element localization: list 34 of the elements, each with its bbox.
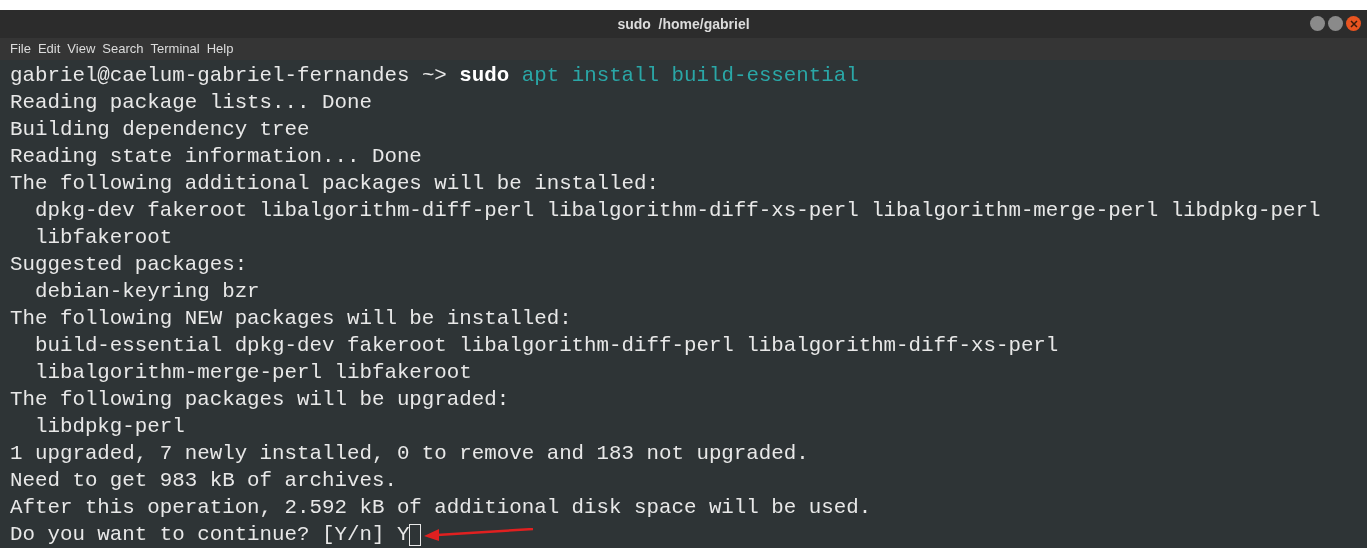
close-button[interactable] bbox=[1346, 16, 1361, 31]
minimize-button[interactable] bbox=[1310, 16, 1325, 31]
output-line: Need to get 983 kB of archives. bbox=[10, 468, 397, 494]
typed-text: Y bbox=[396, 522, 410, 548]
output-line: libalgorithm-merge-perl libfakeroot bbox=[33, 360, 472, 386]
output-line: build-essential dpkg-dev fakeroot libalgorithm-diff-perl libalgorithm-diff-xs-perl bbox=[33, 333, 1059, 359]
prompt-text: Do you want to continue? [Y/n] bbox=[10, 522, 385, 548]
output-line: 1 upgraded, 7 newly installed, 0 to remove and 183 not upgraded. bbox=[10, 441, 809, 467]
menu-item[interactable]: View bbox=[67, 39, 96, 59]
output-line: libfakeroot bbox=[33, 225, 173, 251]
menu-item[interactable]: Edit bbox=[37, 39, 61, 59]
output-line: The following NEW packages will be installed: bbox=[10, 306, 572, 332]
window-title: sudo /home/gabriel bbox=[617, 14, 750, 34]
output-line: After this operation, 2.592 kB of additional disk space will be used. bbox=[10, 495, 872, 521]
output-line: The following additional packages will be installed: bbox=[10, 171, 659, 197]
prompt-text: ~> bbox=[421, 63, 447, 89]
prompt-text: apt install build-essential bbox=[521, 63, 859, 89]
output-line: libdpkg-perl bbox=[33, 414, 185, 440]
maximize-button[interactable] bbox=[1328, 16, 1343, 31]
prompt-text: sudo bbox=[459, 63, 510, 89]
output-line: dpkg-dev fakeroot libalgorithm-diff-perl libalgorithm-diff-xs-perl libalgorithm-merge-perl libdpkg-perl bbox=[33, 198, 1321, 224]
output-line: debian-keyring bzr bbox=[33, 279, 260, 305]
menu-item[interactable]: File bbox=[10, 39, 31, 59]
prompt-text: gabriel@caelum-gabriel-fernandes bbox=[10, 63, 410, 89]
output-line: Reading state information... Done bbox=[10, 144, 422, 170]
menu-item[interactable]: Terminal bbox=[150, 39, 200, 59]
menu-item[interactable]: Search bbox=[102, 39, 144, 59]
output-line: Suggested packages: bbox=[10, 252, 248, 278]
menu-item[interactable]: Help bbox=[206, 39, 234, 59]
close-icon bbox=[1349, 19, 1358, 28]
output-line: Reading package lists... Done bbox=[10, 90, 372, 116]
output-line: Building dependency tree bbox=[10, 117, 310, 143]
text-cursor bbox=[409, 523, 422, 546]
output-line: The following packages will be upgraded: bbox=[10, 387, 510, 413]
